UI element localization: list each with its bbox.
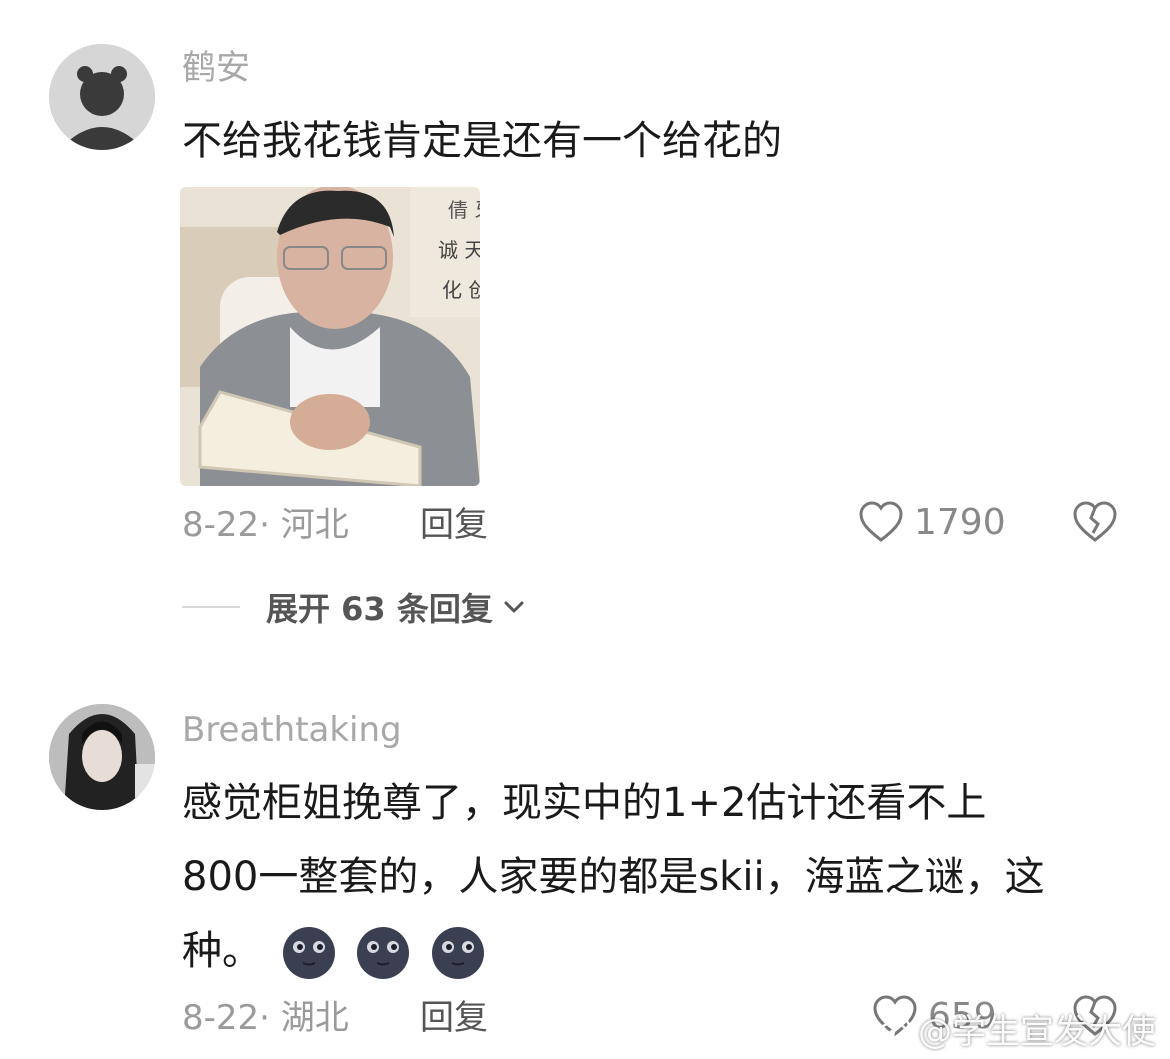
like-button[interactable]: 1790 (858, 500, 1006, 544)
username[interactable]: 鹤安 (182, 48, 250, 88)
watermark: @学生宣发大使 (878, 1004, 1156, 1053)
avatar-silhouette-icon (49, 44, 155, 150)
chevron-down-icon (504, 601, 524, 613)
divider-line (182, 606, 240, 608)
comment-item: Breathtaking 感觉柜姐挽尊了，现实中的1+2估计还看不上 800一整… (0, 680, 1170, 1059)
comment-text-tail: 种。 (182, 928, 262, 974)
heart-outline-icon (859, 501, 903, 542)
reply-button[interactable]: 回复 (420, 998, 488, 1038)
svg-text:化 创: 化 创 (442, 278, 480, 302)
comment-image[interactable]: 倩 牙 诚 天 化 创 (180, 187, 480, 486)
expand-replies-label: 展开 63 条回复 (266, 590, 493, 628)
avatar[interactable] (49, 704, 155, 810)
reply-button[interactable]: 回复 (420, 505, 488, 545)
comment-date-location: 8-22· 河北 (182, 505, 349, 545)
new-moon-face-emoji (357, 927, 410, 979)
photo-thumbnail: 倩 牙 诚 天 化 创 (180, 187, 480, 486)
watermark-text: @学生宣发大使 (918, 1012, 1156, 1052)
svg-text:倩 牙: 倩 牙 (448, 198, 480, 222)
svg-text:诚 天: 诚 天 (438, 238, 480, 262)
avatar[interactable] (49, 44, 155, 150)
comment-date-location: 8-22· 湖北 (182, 998, 349, 1038)
comment-text: 不给我花钱肯定是还有一个给花的 (182, 118, 782, 164)
avatar-photo (49, 704, 155, 810)
like-count: 1790 (914, 501, 1006, 543)
comment-text-line: 800一整套的，人家要的都是skii，海蓝之谜，这 (182, 854, 1045, 900)
comment-text-line: 种。 (182, 918, 486, 984)
comment-text-line: 感觉柜姐挽尊了，现实中的1+2估计还看不上 (182, 780, 987, 826)
broken-heart-icon (1073, 501, 1117, 542)
new-moon-face-emoji (432, 927, 485, 979)
weibo-logo-icon (878, 1017, 911, 1042)
dislike-button[interactable] (1072, 500, 1118, 548)
comment-item: 鹤安 不给我花钱肯定是还有一个给花的 倩 牙 诚 天 化 创 8-22· 河北 … (0, 0, 1170, 680)
new-moon-face-emoji (282, 927, 335, 979)
expand-replies-button[interactable]: 展开 63 条回复 (182, 584, 527, 630)
username[interactable]: Breathtaking (182, 710, 402, 750)
